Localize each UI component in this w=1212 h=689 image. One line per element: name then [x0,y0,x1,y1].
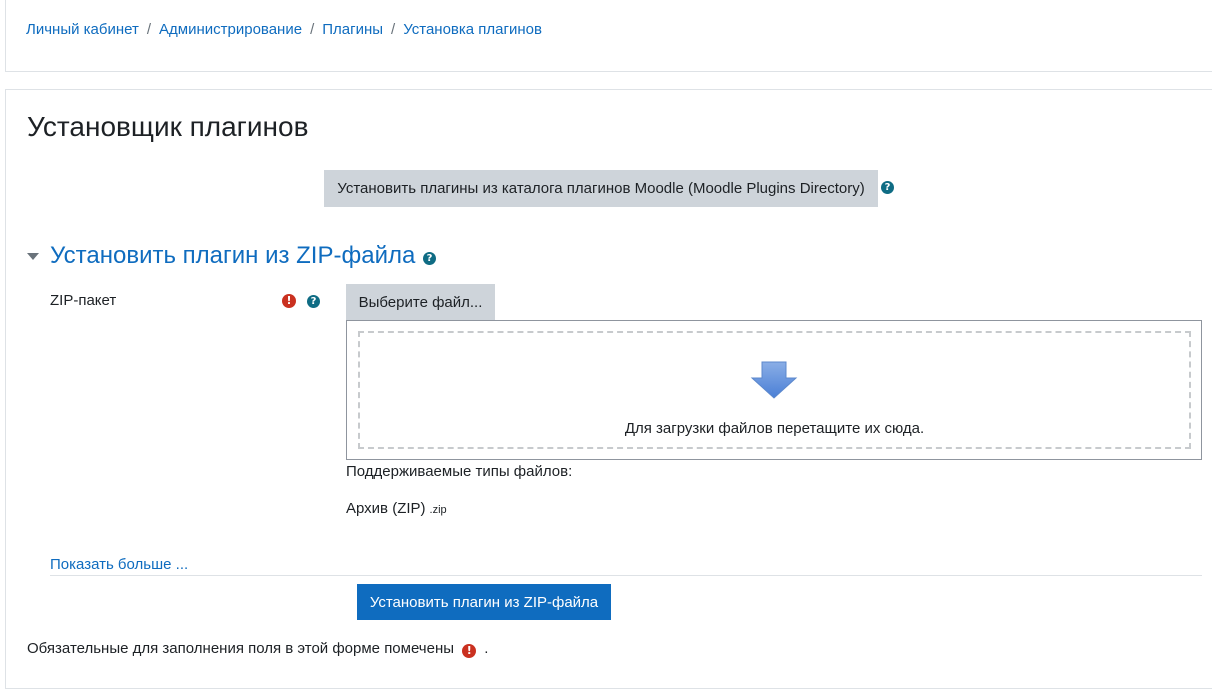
archive-type-name: Архив (ZIP) [346,500,426,517]
breadcrumb-separator: / [310,21,315,38]
show-more-link[interactable]: Показать больше ... [50,556,188,573]
page-title: Установщик плагинов [27,111,309,142]
download-arrow-icon [750,361,798,399]
supported-types-label: Поддерживаемые типы файлов: [346,463,573,480]
required-fields-note: Обязательные для заполнения поля в этой … [27,640,489,658]
question-circle-icon[interactable]: ? [307,295,320,308]
breadcrumb-item-install-plugins[interactable]: Установка плагинов [403,21,542,38]
section-title-install-zip[interactable]: Установить плагин из ZIP-файла [50,242,415,270]
required-note-end: . [484,640,489,657]
breadcrumb-separator: / [146,21,152,38]
dropzone-text: Для загрузки файлов перетащите их сюда. [624,420,925,437]
archive-type-item: Архив (ZIP) .zip [346,500,447,517]
breadcrumb-card: Личный кабинет / Администрирование / Плагины… [5,0,1212,72]
required-note-text: Обязательные для заполнения поля в этой … [27,640,455,657]
breadcrumb-separator: / [391,21,396,38]
zip-package-label: ZIP-пакет [50,292,117,309]
exclamation-circle-icon: ! [282,294,296,308]
caret-down-icon[interactable] [27,253,39,260]
exclamation-circle-icon: ! [462,644,477,658]
question-circle-icon[interactable]: ? [423,252,436,265]
breadcrumb-item-administration[interactable]: Администрирование [159,21,302,38]
breadcrumb: Личный кабинет / Администрирование / Плагины… [26,21,542,38]
archive-type-extension: .zip [429,504,447,516]
divider [50,575,1202,576]
breadcrumb-item-plugins[interactable]: Плагины [322,21,383,38]
breadcrumb-item-dashboard[interactable]: Личный кабинет [26,21,139,38]
choose-file-button[interactable]: Выберите файл... [346,284,495,320]
install-zip-button[interactable]: Установить плагин из ZIP-файла [357,584,611,620]
question-circle-icon[interactable]: ? [881,181,894,194]
install-from-directory-button[interactable]: Установить плагины из каталога плагинов … [324,170,878,207]
